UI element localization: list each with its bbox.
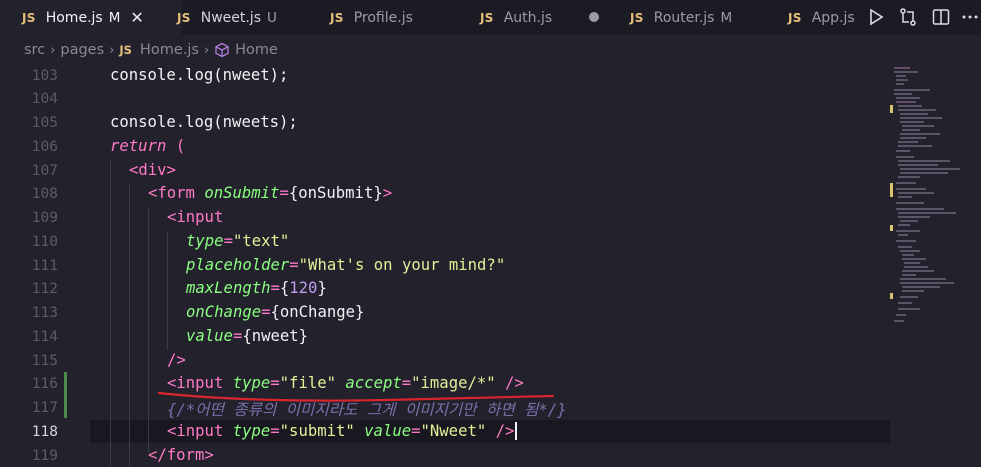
red-underline-annotation bbox=[157, 391, 555, 402]
line-number: 106 bbox=[31, 139, 58, 155]
code-line: <input bbox=[167, 208, 224, 226]
code-line: type="text" bbox=[186, 232, 290, 250]
unsaved-dot-icon[interactable] bbox=[589, 12, 599, 22]
chevron-right-icon: › bbox=[109, 42, 115, 58]
breadcrumb-file[interactable]: Home.js bbox=[140, 42, 199, 58]
js-file-icon: JS bbox=[22, 10, 36, 25]
code-line: console.log(nweets); bbox=[110, 113, 298, 131]
code-line: <div> bbox=[129, 161, 176, 179]
tab-router-js[interactable]: JS Router.js M bbox=[630, 0, 732, 35]
line-number: 111 bbox=[31, 258, 58, 274]
tab-nweet-js[interactable]: JS Nweet.js U bbox=[177, 0, 277, 35]
more-actions-icon[interactable] bbox=[960, 7, 980, 27]
indent-guide bbox=[167, 232, 168, 350]
js-file-icon: JS bbox=[330, 10, 344, 25]
code-line: placeholder="What's on your mind?" bbox=[186, 256, 506, 274]
symbol-method-icon bbox=[215, 42, 229, 58]
code-line: <form onSubmit={onSubmit}> bbox=[148, 184, 393, 202]
line-number: 103 bbox=[31, 68, 58, 84]
line-number: 105 bbox=[31, 115, 58, 131]
line-number: 110 bbox=[31, 234, 58, 250]
code-line: onChange={onChange} bbox=[186, 303, 365, 321]
tab-auth-js[interactable]: JS Auth.js bbox=[480, 0, 552, 35]
line-number: 108 bbox=[31, 186, 58, 202]
tab-label: Nweet.js bbox=[200, 9, 261, 26]
minimap[interactable] bbox=[890, 65, 975, 335]
code-line: maxLength={120} bbox=[186, 279, 327, 297]
line-number: 118 bbox=[31, 424, 58, 440]
line-number: 116 bbox=[31, 376, 58, 392]
tab-label: Home.js bbox=[45, 9, 103, 26]
code-line: </form> bbox=[148, 446, 214, 464]
line-number: 112 bbox=[31, 281, 58, 297]
js-file-icon: JS bbox=[788, 10, 802, 25]
line-number: 117 bbox=[31, 400, 58, 416]
js-file-icon: JS bbox=[119, 43, 132, 57]
indent-guide bbox=[148, 208, 149, 453]
line-number: 119 bbox=[31, 448, 58, 464]
tab-label: Router.js bbox=[653, 9, 715, 26]
code-line: /> bbox=[167, 351, 186, 369]
js-file-icon: JS bbox=[480, 10, 494, 25]
code-line: <input type="submit" value="Nweet" /> bbox=[167, 422, 518, 440]
editor-tab-bar: JS Home.js M ✕ JS Nweet.js U JS Profile.… bbox=[0, 0, 981, 35]
tab-label: App.js bbox=[811, 9, 855, 26]
line-number: 113 bbox=[31, 305, 58, 321]
tab-label: Auth.js bbox=[503, 9, 553, 26]
breadcrumb-pages[interactable]: pages bbox=[60, 42, 104, 58]
tab-profile-js[interactable]: JS Profile.js bbox=[330, 0, 413, 35]
code-line: console.log(nweet); bbox=[110, 66, 289, 84]
line-number: 107 bbox=[31, 163, 58, 179]
compare-changes-icon[interactable] bbox=[898, 7, 918, 27]
text-cursor bbox=[515, 422, 518, 440]
js-file-icon: JS bbox=[630, 10, 644, 25]
line-number: 115 bbox=[31, 353, 58, 369]
indent-guide bbox=[129, 184, 130, 467]
split-editor-icon[interactable] bbox=[931, 7, 951, 27]
run-icon[interactable] bbox=[866, 7, 886, 27]
tab-label: Profile.js bbox=[353, 9, 413, 26]
chevron-right-icon: › bbox=[50, 42, 56, 58]
tab-status: M bbox=[108, 9, 121, 26]
line-number: 109 bbox=[31, 210, 58, 226]
line-number: 104 bbox=[31, 91, 58, 107]
breadcrumb: src › pages › JS Home.js › Home bbox=[0, 35, 981, 65]
code-line: value={nweet} bbox=[186, 327, 309, 345]
code-line: return ( bbox=[110, 137, 186, 155]
line-number: 114 bbox=[31, 329, 58, 345]
tab-status: U bbox=[267, 9, 277, 26]
close-icon[interactable]: ✕ bbox=[130, 8, 143, 27]
code-editor[interactable]: 103 104 105 106 107 108 109 110 111 112 … bbox=[0, 65, 981, 467]
tab-status: M bbox=[720, 9, 733, 26]
tab-home-js[interactable]: JS Home.js M ✕ bbox=[0, 0, 182, 35]
indent-guide bbox=[110, 160, 111, 467]
tab-app-js[interactable]: JS App.js bbox=[788, 0, 855, 35]
git-modified-marker bbox=[64, 372, 67, 418]
chevron-right-icon: › bbox=[203, 42, 210, 58]
js-file-icon: JS bbox=[177, 10, 191, 25]
breadcrumb-src[interactable]: src bbox=[24, 42, 45, 58]
breadcrumb-symbol[interactable]: Home bbox=[235, 42, 278, 58]
